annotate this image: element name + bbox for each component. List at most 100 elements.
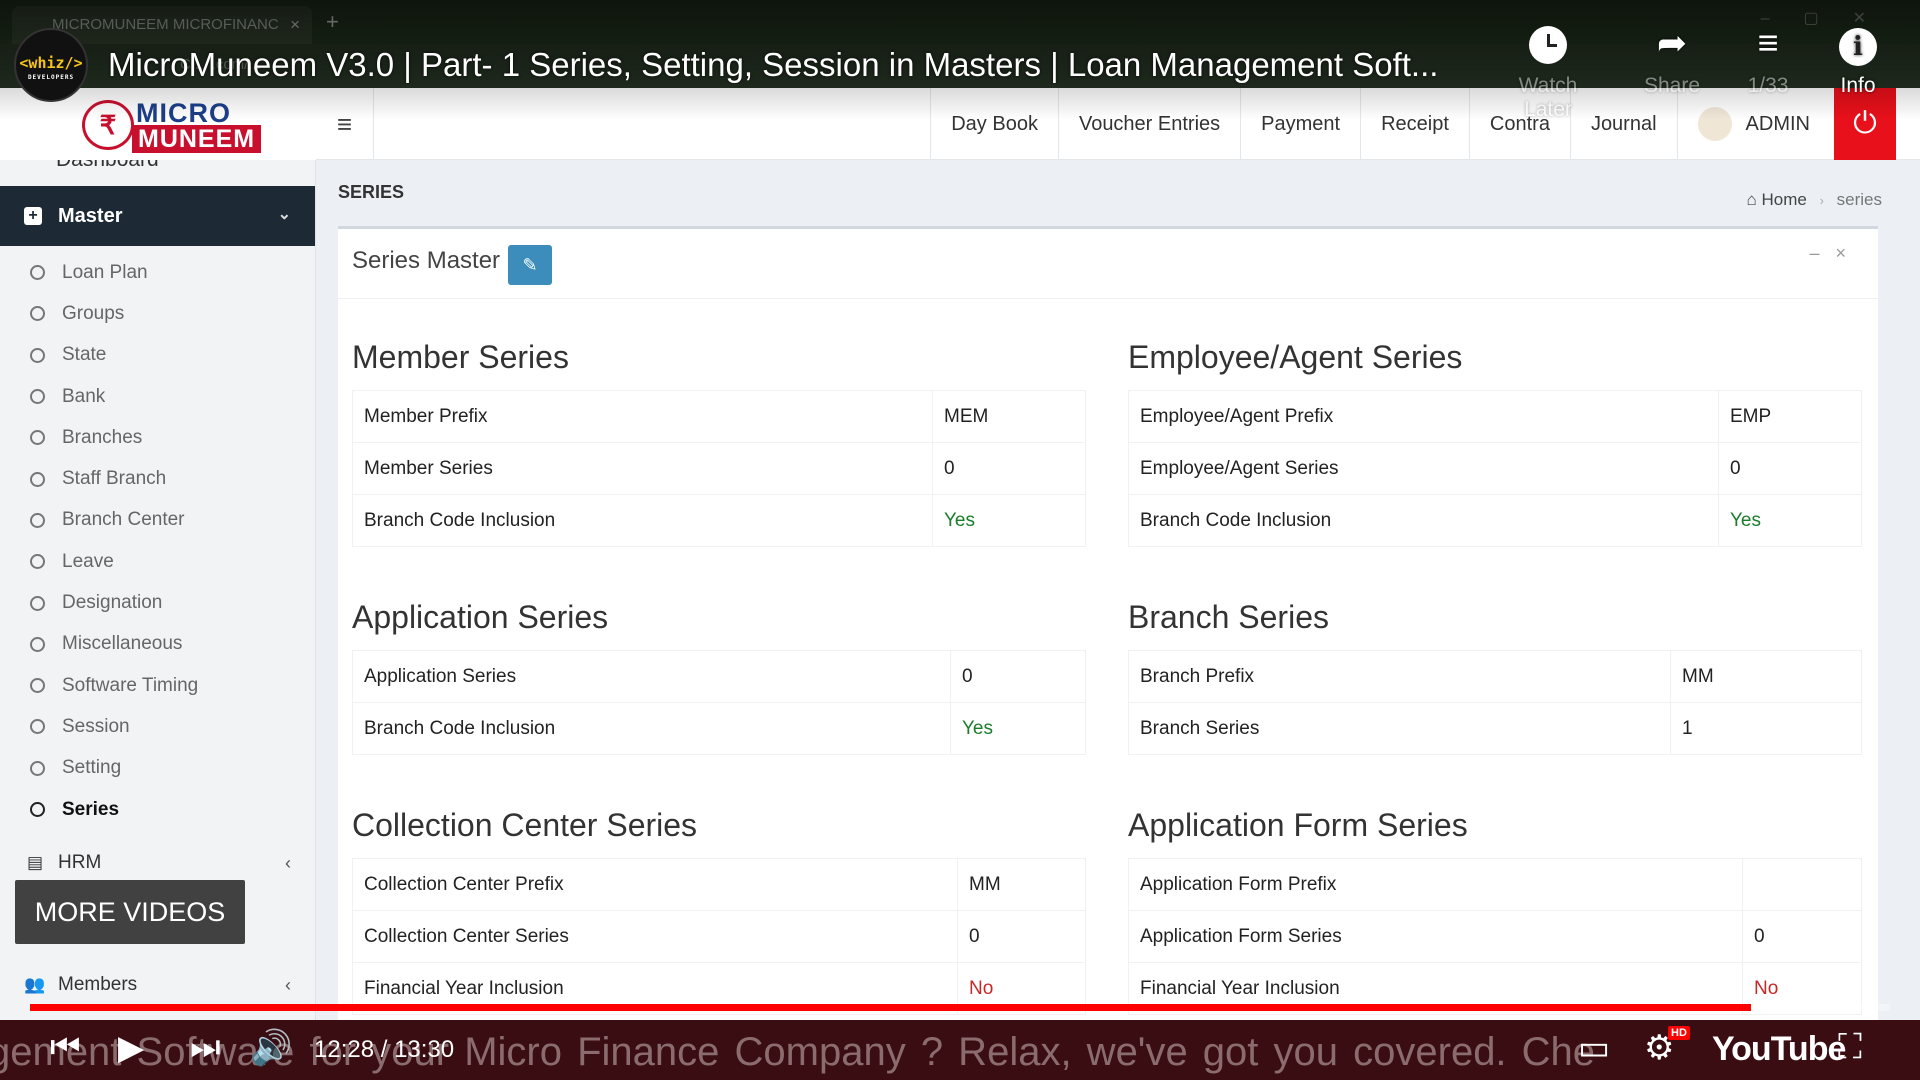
member-series-section: Member Series Member Prefix MEM Member Se… xyxy=(352,339,1086,547)
table-row: Employee/Agent Series 0 xyxy=(1128,442,1862,495)
breadcrumb: ⌂ Home › series xyxy=(1746,190,1882,210)
nav-day-book[interactable]: Day Book xyxy=(930,88,1058,160)
sidebar-item-series[interactable]: Series xyxy=(0,789,315,830)
nav-payment[interactable]: Payment xyxy=(1240,88,1360,160)
sidebar-item-master[interactable]: + Master ⌄ xyxy=(0,186,315,246)
top-navigation: Day Book Voucher Entries Payment Receipt… xyxy=(930,88,1896,160)
sidebar-item-label: Master xyxy=(58,204,123,227)
row-label: Member Prefix xyxy=(352,390,933,443)
row-value: 0 xyxy=(932,442,1086,495)
sidebar-item-state[interactable]: State xyxy=(0,335,315,376)
table-row: Branch Code Inclusion Yes xyxy=(352,494,1086,547)
new-tab-icon[interactable]: + xyxy=(326,9,339,35)
channel-avatar[interactable]: <whiz/> DEVELOPERS xyxy=(14,28,88,102)
more-videos-button[interactable]: MORE VIDEOS xyxy=(15,880,245,944)
sidebar-item-branch-center[interactable]: Branch Center xyxy=(0,500,315,541)
users-icon: 👥 xyxy=(24,975,46,995)
info-button[interactable]: i Info xyxy=(1808,22,1908,98)
table-row: Collection Center Prefix MM xyxy=(352,858,1086,911)
close-tab-icon[interactable]: × xyxy=(290,15,300,35)
circle-icon xyxy=(30,719,45,735)
sidebar-item-designation[interactable]: Designation xyxy=(0,582,315,623)
fullscreen-exit-icon[interactable]: ⛶ xyxy=(1838,1028,1862,1067)
sidebar-item-miscellaneous[interactable]: Miscellaneous xyxy=(0,624,315,665)
video-progress-bar[interactable] xyxy=(30,1004,1890,1011)
panel-title: Series Master xyxy=(352,247,501,274)
hd-badge: HD xyxy=(1668,1026,1690,1040)
user-name: ADMIN xyxy=(1745,112,1810,135)
sidebar-item-members[interactable]: 👥 Members ‹ xyxy=(0,960,315,1010)
close-icon[interactable]: × xyxy=(1835,243,1862,263)
sidebar-item-bank[interactable]: Bank xyxy=(0,376,315,417)
circle-icon xyxy=(30,636,45,652)
row-label: Collection Center Prefix xyxy=(352,858,958,911)
sidebar-item-setting[interactable]: Setting xyxy=(0,748,315,789)
row-value xyxy=(1742,858,1862,911)
page-title: SERIES xyxy=(338,182,405,202)
sidebar-item-label: Leave xyxy=(62,550,114,572)
play-icon[interactable]: ▶ xyxy=(118,1028,144,1068)
volume-icon[interactable]: 🔊 xyxy=(250,1028,292,1068)
sidebar-item-label: Software Timing xyxy=(62,674,199,696)
chevron-left-icon: ‹ xyxy=(285,974,291,995)
sidebar-item-label: Miscellaneous xyxy=(62,633,183,655)
row-label: Branch Prefix xyxy=(1128,650,1671,703)
watch-later-button[interactable]: Watch Later xyxy=(1498,22,1598,122)
logo-word-muneem: MUNEEM xyxy=(132,125,262,153)
panel-tools: –× xyxy=(1809,243,1862,264)
sidebar-item-label: State xyxy=(62,344,107,366)
row-value: MEM xyxy=(932,390,1086,443)
table-row: Branch Series 1 xyxy=(1128,702,1862,755)
nav-receipt[interactable]: Receipt xyxy=(1360,88,1469,160)
master-submenu: Loan Plan Groups State Bank Branches Sta… xyxy=(0,246,315,830)
time-readout: 12:28 / 13:30 xyxy=(314,1036,455,1063)
row-label: Application Form Prefix xyxy=(1128,858,1743,911)
breadcrumb-separator: › xyxy=(1819,193,1824,208)
sidebar-item-label: HRM xyxy=(58,852,102,874)
menu-toggle-icon[interactable]: ≡ xyxy=(316,88,374,160)
edit-button[interactable]: ✎ xyxy=(508,245,552,285)
table-row: Branch Code Inclusion Yes xyxy=(1128,494,1862,547)
next-icon[interactable]: ⏭ xyxy=(190,1028,221,1067)
section-title: Application Form Series xyxy=(1128,807,1468,843)
row-label: Employee/Agent Series xyxy=(1128,442,1719,495)
row-value: 0 xyxy=(1718,442,1862,495)
row-value: EMP xyxy=(1718,390,1862,443)
minimize-icon[interactable]: – xyxy=(1809,243,1835,263)
table-row: Branch Prefix MM xyxy=(1128,650,1862,703)
share-arrow-icon: ➦ xyxy=(1656,22,1688,63)
row-label: Branch Code Inclusion xyxy=(1128,494,1719,547)
nav-voucher-entries[interactable]: Voucher Entries xyxy=(1057,88,1240,160)
breadcrumb-home[interactable]: Home xyxy=(1761,190,1806,209)
series-table: Application Form Prefix Application Form… xyxy=(1128,858,1862,1015)
sidebar-item-label: Staff Branch xyxy=(62,468,167,490)
row-value: 0 xyxy=(1742,910,1862,963)
sidebar-item-branches[interactable]: Branches xyxy=(0,417,315,458)
row-value: MM xyxy=(957,858,1086,911)
user-menu[interactable]: ADMIN xyxy=(1676,88,1834,160)
logout-button[interactable]: ⏻ xyxy=(1834,88,1896,160)
sidebar-item-session[interactable]: Session xyxy=(0,706,315,747)
sidebar-item-groups[interactable]: Groups xyxy=(0,293,315,334)
subtitles-icon[interactable]: ▭ xyxy=(1578,1028,1610,1068)
row-value: Yes xyxy=(1718,494,1862,547)
sidebar-item-leave[interactable]: Leave xyxy=(0,541,315,582)
sidebar-item-label: Series xyxy=(62,798,120,820)
previous-icon[interactable]: ⏮ xyxy=(50,1028,81,1067)
circle-icon xyxy=(30,347,45,363)
watch-later-label: Watch Later xyxy=(1518,74,1578,121)
youtube-logo[interactable]: YouTube xyxy=(1712,1030,1846,1069)
sidebar-item-staff-branch[interactable]: Staff Branch xyxy=(0,458,315,499)
row-value: 1 xyxy=(1670,702,1862,755)
chevron-down-icon: ⌄ xyxy=(277,206,291,223)
dashboard-icon: ⌂ xyxy=(1746,190,1757,209)
share-button[interactable]: ➦ Share xyxy=(1622,22,1722,98)
playlist-button[interactable]: ≡ 1/33 xyxy=(1718,22,1818,98)
sidebar-item-software-timing[interactable]: Software Timing xyxy=(0,665,315,706)
circle-icon xyxy=(30,265,45,281)
row-label: Branch Code Inclusion xyxy=(352,494,933,547)
sidebar-item-dashboard[interactable]: Dashboard xyxy=(0,160,315,186)
sidebar-item-loan-plan[interactable]: Loan Plan xyxy=(0,252,315,293)
row-value: Yes xyxy=(932,494,1086,547)
video-title[interactable]: MicroMuneem V3.0 | Part- 1 Series, Setti… xyxy=(108,46,1438,84)
